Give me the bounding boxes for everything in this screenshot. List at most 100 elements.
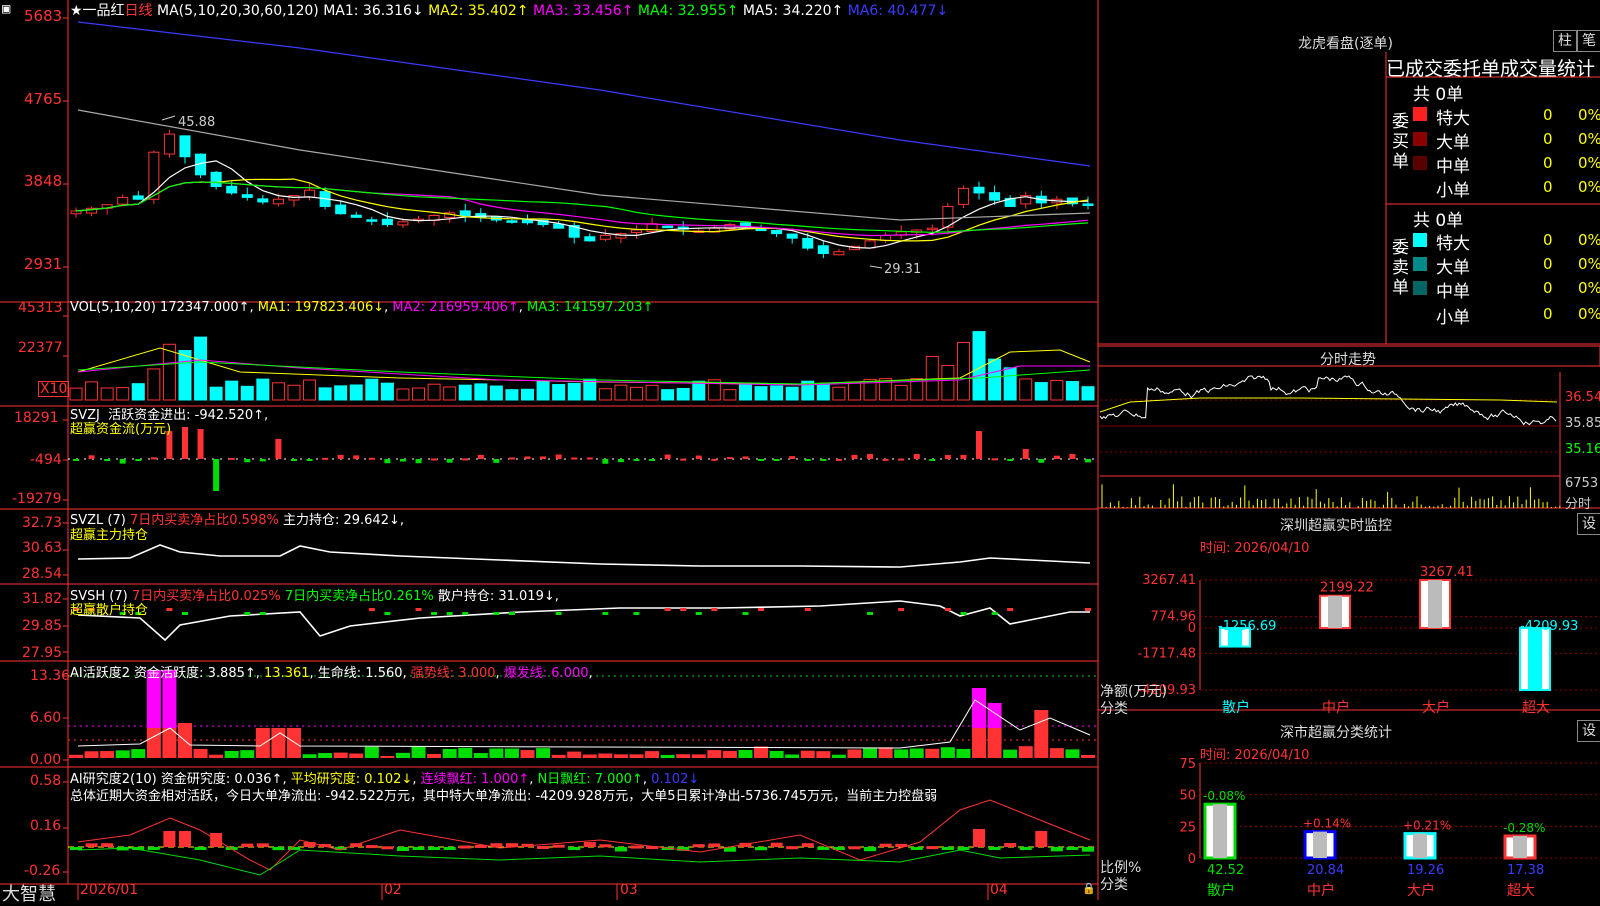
ai1-bar	[100, 751, 115, 758]
class-tick: 75	[1179, 757, 1196, 772]
svzj-bar	[244, 459, 251, 463]
svzj-bar	[306, 459, 313, 461]
vol-bar	[536, 380, 550, 401]
ai1-bar	[831, 754, 846, 758]
ma3-value: MA3: 33.456↑	[533, 3, 634, 19]
ai1-bar	[193, 748, 208, 758]
ai2-bar	[412, 847, 425, 850]
svsh-tick	[960, 612, 967, 615]
candle-body	[833, 251, 845, 256]
svsh-tick	[244, 612, 251, 615]
row-pct: 0%	[1578, 255, 1600, 273]
ai2-bar	[708, 843, 721, 847]
svzj-tick: -19279	[12, 491, 62, 507]
svzj-bar	[571, 457, 578, 460]
svzj-bar	[415, 459, 422, 464]
vol-bar	[552, 384, 566, 401]
svzj-bar	[290, 459, 297, 461]
monitor-category: 中户	[1322, 699, 1350, 716]
row-count: 0	[1543, 154, 1553, 172]
ai1-bar	[380, 755, 395, 758]
vol-bar	[287, 384, 301, 401]
vol-bar	[847, 381, 861, 401]
monitor-value-label: -4209.93	[1520, 619, 1578, 634]
vol-bar	[225, 380, 239, 401]
row-count: 0	[1543, 279, 1553, 297]
ai1-line	[77, 699, 1091, 749]
main-canvas[interactable]: 3267.41774.960-1717.48-4209.93-1256.69散户…	[0, 0, 1600, 900]
svzj-bar	[150, 457, 157, 460]
ma6-value: MA6: 40.477↓	[847, 3, 949, 19]
svzj-tick: 18291	[14, 410, 59, 426]
row-count: 0	[1543, 130, 1553, 148]
lock-icon[interactable]: 🔒	[1082, 882, 1096, 895]
row-count: 0	[1543, 178, 1553, 196]
price-tick: 2931	[24, 255, 63, 273]
tick-mode-button[interactable]: 笔	[1577, 30, 1600, 52]
vol-bar	[692, 380, 706, 401]
ai1-bar	[162, 728, 177, 758]
ai1-bar	[84, 751, 99, 758]
candle-body	[506, 220, 518, 223]
svsh-tick	[462, 612, 469, 615]
monitor-category: 散户	[1222, 699, 1250, 716]
vol-bar	[116, 387, 130, 401]
ai2-bar	[1035, 831, 1048, 847]
vol-bar	[505, 389, 519, 401]
ai1-bar	[894, 749, 909, 758]
class-tick: 0	[1188, 852, 1196, 867]
row-count: 0	[1543, 305, 1553, 323]
ai1-bar	[567, 751, 582, 758]
ai1-bar	[504, 748, 519, 758]
ai1-bar-top	[987, 703, 1002, 728]
intraday-tick: 35.16	[1565, 442, 1600, 457]
ai1-bar	[972, 728, 987, 758]
vol-unit-box[interactable]: X10	[38, 381, 70, 397]
ai1-bar	[442, 748, 457, 758]
ai1-bar	[800, 750, 815, 758]
vol-bar	[194, 336, 208, 401]
monitor-value-label: 2199.22	[1320, 581, 1374, 596]
monitor-settings-button[interactable]: 设	[1577, 513, 1600, 535]
ai1-bar	[691, 754, 706, 758]
vol-bar	[723, 389, 737, 401]
vol-bar	[816, 383, 830, 401]
ai2-bar	[365, 845, 378, 849]
window-icon[interactable]: ▣	[2, 1, 10, 17]
svzj-bar	[804, 459, 811, 461]
svzj-bar	[851, 454, 858, 459]
ai1-bar	[271, 728, 286, 758]
ai1-bar	[582, 754, 597, 758]
ai2-summary: 总体近期大资金相对活跃，今日大单净流出: -942.522万元，其中特大单净流出…	[70, 789, 938, 804]
buy-total: 共 0单	[1413, 85, 1464, 105]
ai1-bar	[458, 747, 473, 758]
monitor-bar-shade	[1328, 595, 1342, 629]
vol-bar	[1034, 382, 1048, 401]
row-name: 中单	[1436, 157, 1470, 177]
ai2-bar	[692, 844, 705, 848]
ma1-value: MA1: 36.316↓	[323, 3, 424, 19]
intraday-tick: 35.85	[1565, 416, 1600, 431]
ai2-bar	[770, 842, 783, 847]
ai2-bar	[85, 843, 98, 847]
ai2-bar	[552, 844, 565, 848]
ai1-bar	[769, 750, 784, 758]
candle-body	[630, 229, 642, 234]
ai1-bar	[318, 753, 333, 758]
dragon-title: 龙虎看盘(逐单)	[1298, 36, 1393, 52]
svzj-bar	[586, 457, 593, 460]
bar-mode-button[interactable]: 柱	[1553, 30, 1577, 52]
ai1-bar	[598, 753, 613, 758]
ai2-bar	[147, 847, 160, 851]
candle-body	[459, 210, 471, 217]
svzj-bar	[867, 454, 874, 459]
svzj-bar	[913, 454, 920, 459]
ai1-tick: 0.00	[30, 752, 62, 768]
ai2-bar	[194, 847, 207, 850]
vol-bar	[412, 387, 426, 401]
ai1-bar-top	[972, 688, 987, 728]
svzj-bar	[976, 431, 983, 459]
ai2-bar	[459, 845, 472, 849]
class-settings-button[interactable]: 设	[1577, 720, 1600, 742]
class-tick: 25	[1179, 820, 1196, 835]
